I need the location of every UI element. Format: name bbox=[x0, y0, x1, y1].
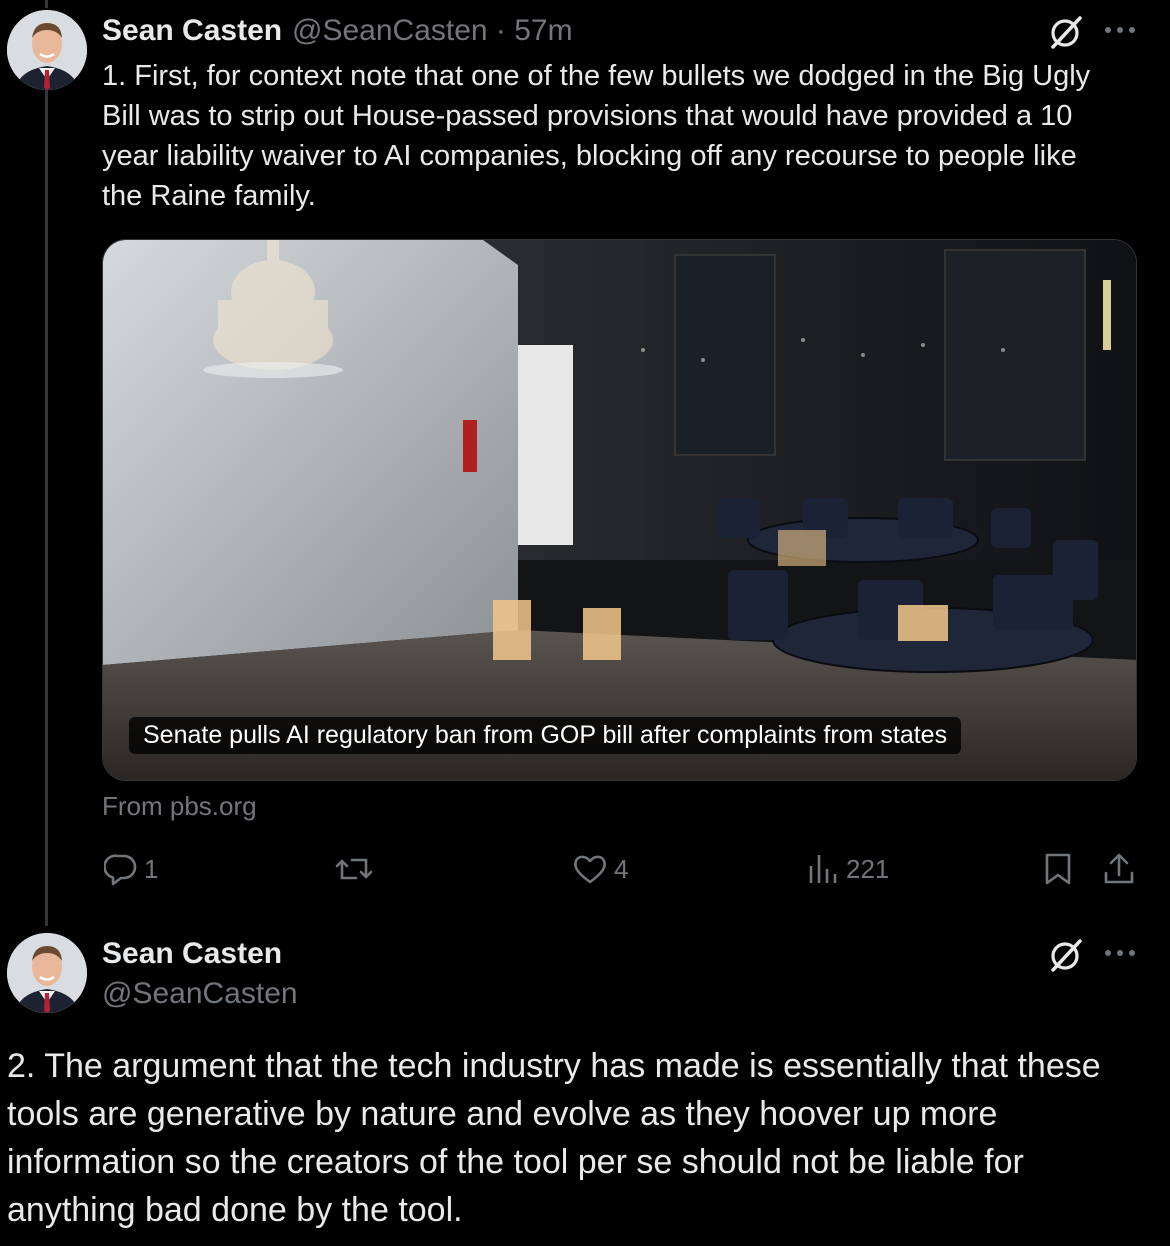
card-headline: Senate pulls AI regulatory ban from GOP … bbox=[129, 717, 962, 754]
handle-and-timestamp[interactable]: @SeanCasten · 57m bbox=[292, 14, 573, 48]
like-count: 4 bbox=[614, 853, 629, 884]
thread-connector-top bbox=[45, 0, 48, 8]
share-icon bbox=[1104, 853, 1134, 884]
card-source[interactable]: From pbs.org bbox=[102, 791, 257, 822]
tweet-text: 1. First, for context note that one of t… bbox=[102, 60, 1091, 212]
view-count: 221 bbox=[846, 853, 890, 884]
display-name[interactable]: Sean Casten bbox=[102, 14, 282, 48]
like-button[interactable]: 4 bbox=[572, 852, 628, 886]
more-icon[interactable] bbox=[1103, 945, 1137, 966]
tweet-text: 2. The argument that the tech industry h… bbox=[7, 1047, 1101, 1229]
like-icon bbox=[574, 855, 606, 884]
grok-icon[interactable] bbox=[1048, 14, 1084, 55]
handle[interactable]: @SeanCasten bbox=[102, 977, 298, 1011]
more-icon[interactable] bbox=[1103, 22, 1137, 43]
avatar[interactable] bbox=[7, 933, 87, 1013]
views-button[interactable]: 221 bbox=[806, 852, 889, 886]
retweet-icon bbox=[335, 858, 373, 880]
reply-button[interactable]: 1 bbox=[104, 852, 158, 886]
views-icon bbox=[809, 855, 837, 883]
share-button[interactable] bbox=[1102, 852, 1136, 891]
bookmark-button[interactable] bbox=[1043, 852, 1073, 891]
reply-count: 1 bbox=[144, 853, 159, 884]
thread-connector bbox=[45, 88, 48, 926]
display-name[interactable]: Sean Casten bbox=[102, 937, 282, 971]
bookmark-icon bbox=[1045, 853, 1071, 885]
reply-icon bbox=[104, 854, 137, 886]
card-image bbox=[103, 240, 1136, 780]
avatar[interactable] bbox=[7, 10, 87, 90]
link-card[interactable]: Senate pulls AI regulatory ban from GOP … bbox=[102, 239, 1137, 781]
grok-icon[interactable] bbox=[1048, 937, 1084, 978]
retweet-button[interactable] bbox=[334, 852, 380, 886]
